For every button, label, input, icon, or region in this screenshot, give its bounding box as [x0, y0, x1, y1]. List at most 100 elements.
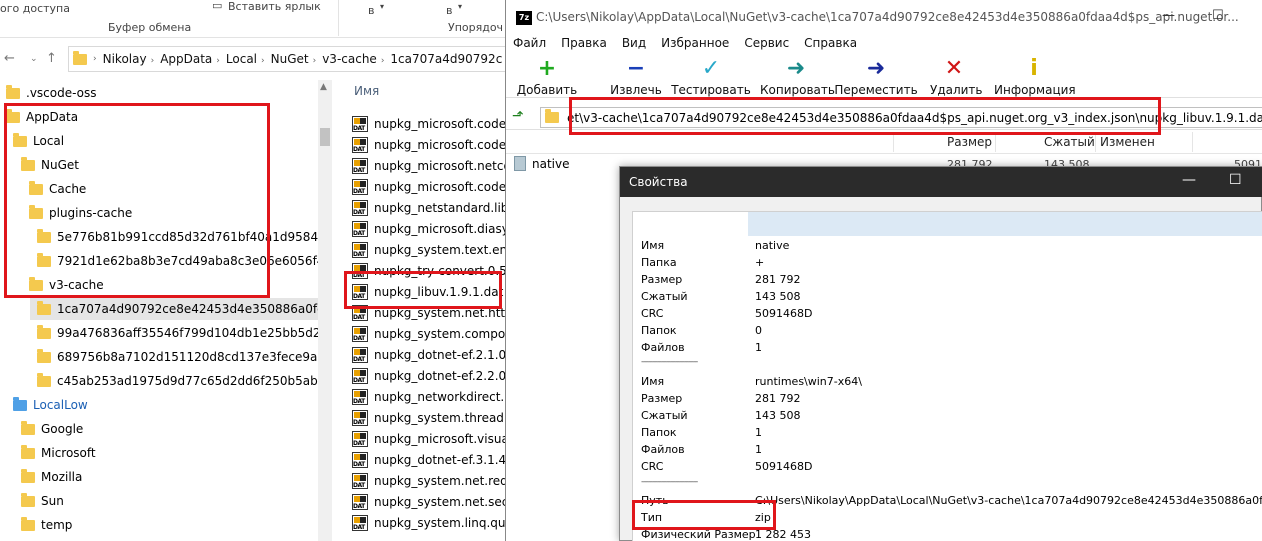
file-item[interactable]: nupkg_system.text.enco [352, 239, 510, 260]
column-header-packed[interactable]: Сжатый [1044, 135, 1095, 149]
tree-item[interactable]: Cache [0, 178, 86, 200]
minimize-icon[interactable]: — [1182, 172, 1196, 188]
minimize-icon[interactable]: — [1162, 8, 1175, 23]
file-item[interactable]: nupkg_dotnet-ef.3.1.4.da [352, 449, 510, 470]
toolbar-button[interactable]: ✕ Удалить [930, 56, 983, 98]
menu-item[interactable]: Вид [615, 34, 654, 54]
tree-item[interactable]: 1ca707a4d90792ce8e42453d4e350886a0fdaa4d… [30, 298, 330, 320]
breadcrumb-item[interactable]: v3-cache [322, 52, 377, 66]
tree-item[interactable]: LocalLow [0, 394, 88, 416]
file-item[interactable]: nupkg_system.net.securi [352, 491, 510, 512]
tree-scrollbar[interactable]: ▲ [318, 80, 332, 541]
file-item[interactable]: nupkg_system.threading [352, 407, 510, 428]
tree-item[interactable]: Google [0, 418, 83, 440]
copy-to-button[interactable]: в [446, 4, 452, 17]
back-arrow-icon[interactable]: ← [4, 51, 15, 66]
menu-item[interactable]: Справка [797, 34, 865, 54]
maximize-icon[interactable]: ☐ [1229, 172, 1242, 188]
dat-file-icon [352, 514, 368, 531]
toolbar-button[interactable]: ✓ Тестировать [671, 56, 751, 98]
breadcrumb-separator-icon[interactable]: › [151, 56, 155, 66]
breadcrumb-item[interactable]: 1ca707a4d90792c [390, 52, 502, 66]
file-item-label: nupkg_microsoft.visualb [374, 431, 510, 446]
property-value: zip [755, 511, 771, 524]
sevenzip-address-input[interactable]: et\v3-cache\1ca707a4d90792ce8e42453d4e35… [540, 107, 1262, 128]
file-item-label: nupkg_system.net.securi [374, 494, 510, 509]
column-header-name[interactable]: Имя [354, 84, 379, 98]
tree-item[interactable]: AppData [0, 106, 78, 128]
file-item[interactable]: nupkg_microsoft.codean [352, 113, 510, 134]
scroll-up-icon[interactable]: ▲ [320, 82, 327, 92]
menu-item[interactable]: Правка [554, 34, 615, 54]
tree-item[interactable]: NuGet [0, 154, 79, 176]
folder-icon [21, 468, 35, 483]
breadcrumb-separator-icon[interactable]: › [381, 56, 385, 66]
file-item[interactable]: nupkg_system.net.reque [352, 470, 510, 491]
breadcrumb-item[interactable]: Nikolay [103, 52, 147, 66]
explorer-address-box[interactable]: › Nikolay › AppData › Local › NuGet › v3-cache › 1… [68, 46, 508, 72]
scroll-thumb[interactable] [320, 128, 330, 146]
file-item[interactable]: nupkg_system.net.http.4 [352, 302, 510, 323]
file-item[interactable]: nupkg_microsoft.codean [352, 134, 510, 155]
file-item[interactable]: nupkg_microsoft.netcore [352, 155, 510, 176]
up-arrow-icon[interactable]: ↑ [46, 51, 57, 66]
toolbar-button[interactable]: − Извлечь [606, 56, 666, 98]
property-value: 281 792 [755, 392, 801, 405]
file-item[interactable]: nupkg_microsoft.diasym [352, 218, 510, 239]
tree-item-label: AppData [26, 110, 79, 124]
menu-item[interactable]: Файл [506, 34, 554, 54]
up-folder-icon[interactable]: ⬏ [512, 108, 524, 124]
column-header-modified[interactable]: Изменен [1100, 135, 1155, 149]
properties-dialog: Свойства — ☐ Имя native Папка + Размер 281 79… [619, 166, 1262, 541]
tree-item[interactable]: 7921d1e62ba8b3e7cd49aba8c3e06e6056f4ede5 [0, 250, 330, 272]
breadcrumb-separator-icon[interactable]: › [216, 56, 220, 66]
tree-item[interactable]: v3-cache [0, 274, 104, 296]
breadcrumb-item[interactable]: Local [226, 52, 257, 66]
file-item[interactable]: nupkg_networkdirect.2.0 [352, 386, 510, 407]
tree-item[interactable]: Local [0, 130, 64, 152]
toolbar-button[interactable]: ➜ Копировать [760, 56, 835, 98]
tree-item[interactable]: 689756b8a7102d151120d8cd137e3fece9a6f470… [0, 346, 330, 368]
tree-item[interactable]: 99a476836aff35546f799d104db1e25bb5d2a574… [0, 322, 330, 344]
file-item[interactable]: nupkg_netstandard.librar [352, 197, 510, 218]
recent-chevron-icon[interactable]: ⌄ [30, 54, 38, 64]
menu-item[interactable]: Сервис [737, 34, 797, 54]
breadcrumb-separator-icon[interactable]: › [261, 56, 265, 66]
file-item[interactable]: nupkg_libuv.1.9.1.dat [352, 281, 503, 302]
column-header-size[interactable]: Размер [947, 135, 992, 149]
folder-icon [29, 204, 43, 219]
maximize-icon[interactable]: ☐ [1212, 8, 1224, 23]
file-item[interactable]: nupkg_try-convert.0.5.12 [352, 260, 510, 281]
tree-item[interactable]: Sun [0, 490, 64, 512]
toolbar-button[interactable]: ➜ Переместить [832, 56, 920, 98]
file-item[interactable]: nupkg_dotnet-ef.2.1.0.da [352, 344, 510, 365]
file-item[interactable]: nupkg_microsoft.codean [352, 176, 510, 197]
file-item-label: nupkg_system.compone [374, 326, 510, 341]
tree-item[interactable]: temp [0, 514, 72, 536]
toolbar-button[interactable]: + Добавить [508, 56, 586, 98]
tree-item[interactable]: .vscode-oss [0, 82, 97, 104]
dat-file-icon [352, 367, 368, 384]
breadcrumb-separator-icon[interactable]: › [313, 56, 317, 66]
menu-item[interactable]: Избранное [654, 34, 737, 54]
clipboard-group-label: Буфер обмена [108, 21, 192, 34]
tree-item[interactable]: c45ab253ad1975d9d77c65d2dd6f250b5ab12f34… [0, 370, 330, 392]
toolbar-button[interactable]: i Информация [994, 56, 1076, 98]
file-item[interactable]: nupkg_system.linq.query [352, 512, 510, 533]
breadcrumb-item[interactable]: NuGet [271, 52, 309, 66]
file-item[interactable]: nupkg_microsoft.visualb [352, 428, 510, 449]
tree-item[interactable]: 5e776b81b991ccd85d32d761bf40a1d9584a3b35 [0, 226, 330, 248]
dat-file-icon [352, 409, 368, 426]
tree-item[interactable]: Mozilla [0, 466, 82, 488]
archive-row[interactable]: native [514, 156, 569, 171]
paste-shortcut-button[interactable]: Вставить ярлык [228, 0, 321, 13]
tree-item[interactable]: plugins-cache [0, 202, 132, 224]
tree-item[interactable]: Microsoft [0, 442, 96, 464]
paste-shortcut-icon[interactable]: ▭ [212, 0, 222, 12]
file-list: Имя nupkg_microsoft.codean nupkg_microsof… [340, 80, 510, 541]
move-to-button[interactable]: в [368, 4, 374, 17]
sevenzip-column-header: Размер Сжатый Изменен [506, 130, 1262, 154]
file-item[interactable]: nupkg_dotnet-ef.2.2.0.da [352, 365, 510, 386]
file-item[interactable]: nupkg_system.compone [352, 323, 510, 344]
breadcrumb-item[interactable]: AppData [160, 52, 212, 66]
